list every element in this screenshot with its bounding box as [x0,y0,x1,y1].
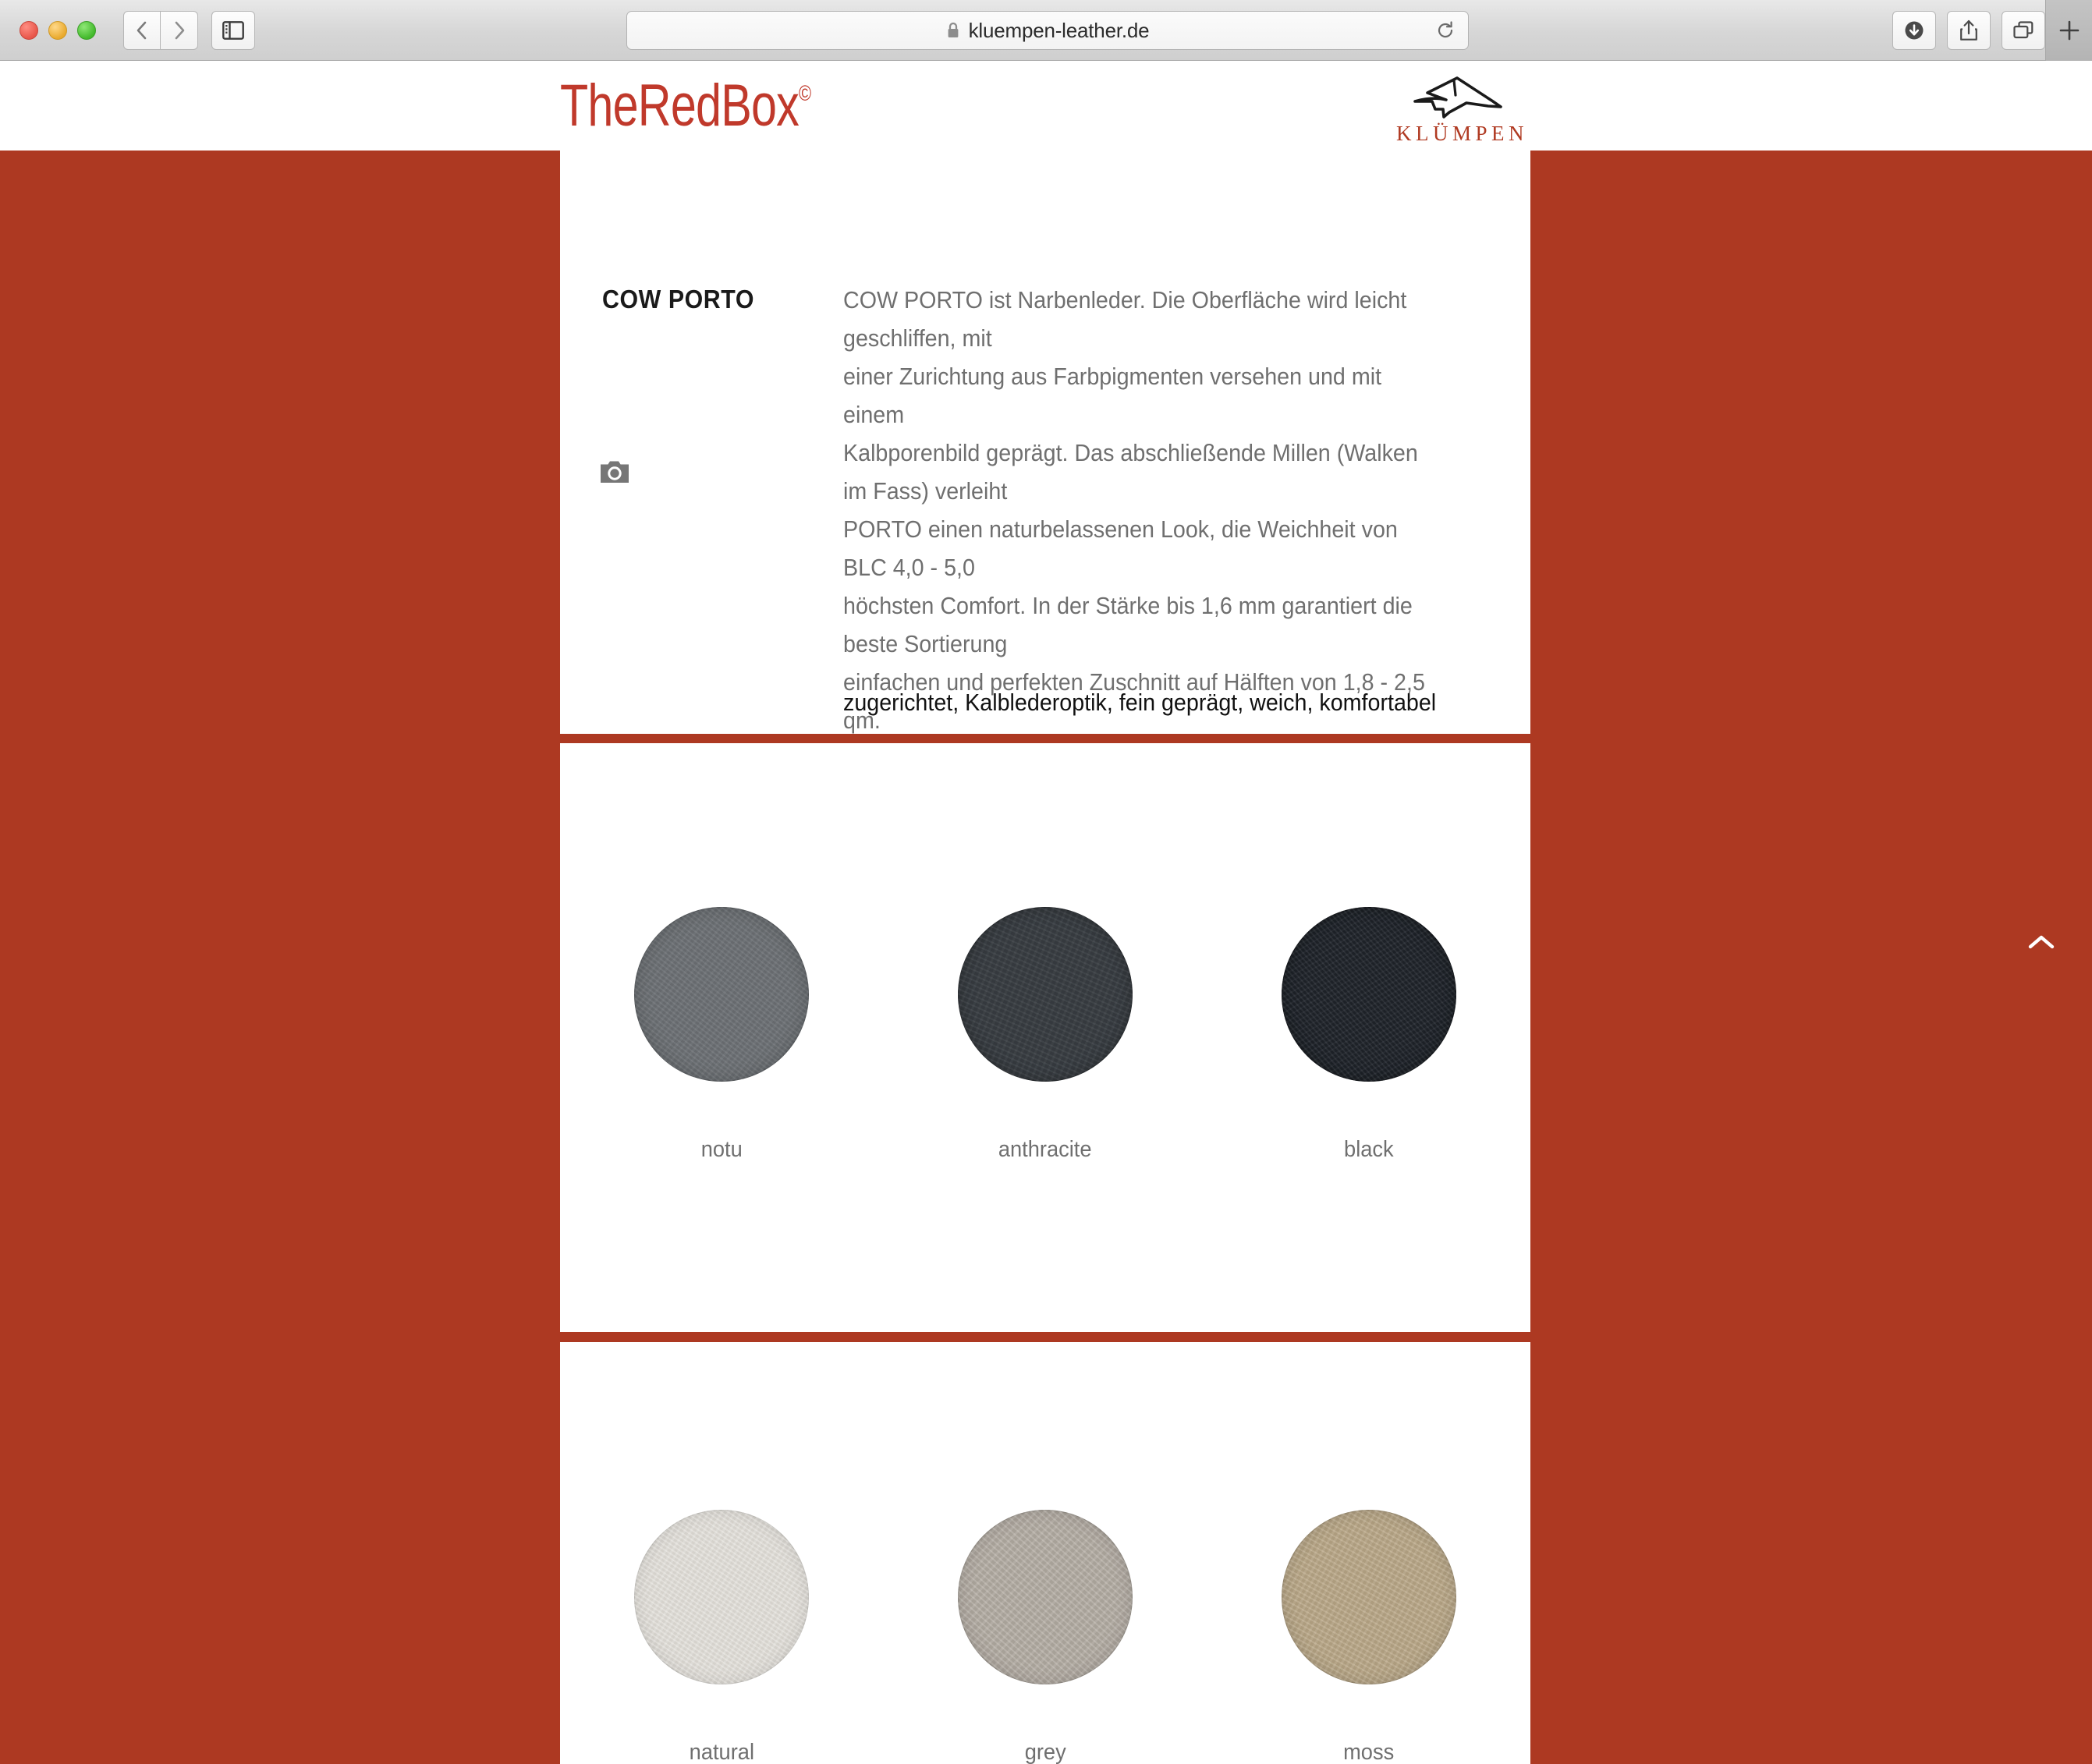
page-body: TheRedBox© KLÜMPEN COW PORTO COW PORTO i… [0,61,2092,1764]
company-logo-text: KLÜMPEN [1396,122,1529,145]
reload-button[interactable] [1434,19,1457,42]
swatch-disc[interactable] [957,907,1133,1082]
leather-grain-texture [634,907,810,1082]
scroll-to-top-button[interactable] [2014,916,2069,970]
back-button[interactable] [123,10,161,50]
product-description: COW PORTO ist Narbenleder. Die Oberfläch… [843,282,1445,740]
swatch-label: moss [1343,1740,1395,1764]
brand-logo-text: TheRedBox [560,73,800,139]
swatch-label: notu [700,1137,743,1162]
chevron-left-icon [137,21,147,39]
product-keywords: zugerichtet, Kalblederoptik, fein gepräg… [843,689,1437,716]
address-bar-content: kluempen-leather.de [946,19,1150,43]
chevron-up-icon [2028,935,2055,949]
close-button[interactable] [20,20,38,40]
reload-icon [1438,21,1453,38]
swatch-label: natural [689,1740,754,1764]
share-icon [1960,19,1977,41]
description-line: PORTO einen naturbelassenen Look, die We… [843,516,1398,581]
maximize-button[interactable] [77,20,96,40]
window-controls [20,20,96,40]
sidebar-toggle-icon [222,20,244,40]
brand-logo[interactable]: TheRedBox© [560,73,811,139]
swatch-item[interactable]: anthracite [884,907,1207,1163]
new-tab-button[interactable] [2045,0,2092,61]
leather-grain-texture [957,1510,1133,1684]
tab-overview-button[interactable] [2002,11,2045,50]
swatch-item[interactable]: moss [1207,1510,1530,1764]
sidebar-toggle-button[interactable] [211,10,255,50]
lock-icon [948,22,958,37]
company-logo[interactable]: KLÜMPEN [1396,72,1529,146]
swatch-item[interactable]: natural [560,1510,884,1764]
copyright-mark: © [799,80,811,105]
swatch-label: black [1343,1137,1394,1162]
product-description-card: COW PORTO COW PORTO ist Narbenleder. Die… [560,151,1530,734]
leather-grain-texture [957,907,1133,1082]
swatch-disc[interactable] [1281,1510,1456,1684]
site-header: TheRedBox© KLÜMPEN [0,61,2092,151]
tab-overview-icon [2013,21,2033,39]
navigation-buttons [123,10,198,50]
chevron-right-icon [175,21,184,39]
swatch-disc[interactable] [957,1510,1133,1684]
forward-button[interactable] [161,10,198,50]
description-line: einer Zurichtung aus Farbpigmenten verse… [843,363,1382,428]
swatch-item[interactable]: grey [884,1510,1207,1764]
leather-grain-texture [1281,907,1456,1082]
downloads-button[interactable] [1892,11,1936,50]
swatch-label: anthracite [998,1137,1092,1162]
browser-toolbar: kluempen-leather.de [0,0,2092,61]
plus-icon [2059,20,2079,41]
download-icon [1905,21,1924,40]
page-title: COW PORTO [602,285,755,313]
swatch-row: natural grey moss [560,1510,1530,1764]
swatch-row: notu anthracite black [560,907,1530,1163]
toolbar-actions [1892,11,2045,50]
camera-icon [601,461,629,483]
leather-grain-texture [634,1510,810,1684]
swatch-item[interactable]: notu [560,907,884,1163]
url-text: kluempen-leather.de [968,18,1150,42]
share-button[interactable] [1947,11,1991,50]
color-swatch-card-2: natural grey moss [560,1342,1530,1764]
swatch-disc[interactable] [1281,907,1456,1082]
cow-head-logo-icon [1413,76,1502,119]
swatch-disc[interactable] [634,907,810,1082]
address-bar[interactable]: kluempen-leather.de [626,11,1469,50]
swatch-label: grey [1024,1740,1066,1764]
description-line: Kalbporenbild geprägt. Das abschließende… [843,440,1418,505]
gallery-button[interactable] [601,459,629,487]
leather-grain-texture [1281,1510,1456,1684]
swatch-disc[interactable] [634,1510,810,1684]
description-line: höchsten Comfort. In der Stärke bis 1,6 … [843,593,1413,657]
swatch-item[interactable]: black [1207,907,1530,1163]
minimize-button[interactable] [48,20,67,40]
color-swatch-card-1: notu anthracite black [560,743,1530,1332]
description-line: COW PORTO ist Narbenleder. Die Oberfläch… [843,287,1407,352]
address-bar-container: kluempen-leather.de [626,11,1469,50]
